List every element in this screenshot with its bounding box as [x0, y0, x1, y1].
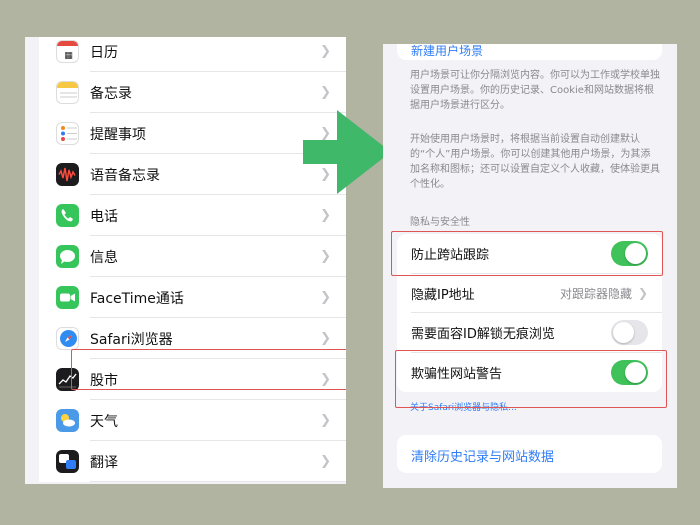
chevron-right-icon: ❯ [320, 290, 331, 305]
new-profile-card: 新建用户场景 [397, 44, 662, 60]
facetime-icon [56, 286, 79, 309]
chevron-right-icon: ❯ [320, 44, 331, 59]
privacy-section-title: 隐私与安全性 [410, 217, 470, 228]
settings-row-phone[interactable]: 电话 ❯ [39, 195, 346, 236]
settings-row-voice-memos[interactable]: 语音备忘录 ❯ [39, 154, 346, 195]
settings-row-messages[interactable]: 信息 ❯ [39, 236, 346, 277]
settings-row-reminders[interactable]: 提醒事项 ❯ [39, 113, 346, 154]
notes-icon [56, 81, 79, 104]
reminders-icon [56, 122, 79, 145]
settings-row-label: 备忘录 [90, 85, 132, 102]
row-divider [90, 481, 346, 482]
chevron-right-icon: ❯ [637, 286, 648, 301]
svg-text:▦: ▦ [64, 51, 73, 61]
chevron-right-icon: ❯ [320, 413, 331, 428]
settings-row-translate[interactable]: 翻译 ❯ [39, 441, 346, 482]
chevron-right-icon: ❯ [320, 331, 331, 346]
faceid-private-browsing-row: 需要面容ID解锁无痕浏览 [397, 313, 662, 353]
profiles-description: 用户场景可让你分隔浏览内容。你可以为工作或学校单独设置用户场景。你的历史记录、C… [410, 70, 660, 111]
safari-row-highlight-box [71, 349, 346, 390]
settings-row-weather[interactable]: 天气 ❯ [39, 400, 346, 441]
settings-row-label: 语音备忘录 [90, 167, 160, 184]
phone-icon [56, 204, 79, 227]
faceid-private-toggle[interactable] [611, 320, 648, 346]
hide-ip-label: 隐藏IP地址 [411, 287, 475, 303]
tracking-row-highlight-box [391, 231, 663, 276]
faceid-private-label: 需要面容ID解锁无痕浏览 [411, 327, 555, 343]
clear-history-button[interactable]: 清除历史记录与网站数据 [411, 446, 554, 465]
fraud-row-highlight-box [395, 350, 667, 408]
new-profile-link[interactable]: 新建用户场景 [411, 44, 483, 59]
weather-icon [56, 409, 79, 432]
messages-icon [56, 245, 79, 268]
safari-settings-screen: 新建用户场景 用户场景可让你分隔浏览内容。你可以为工作或学校单独设置用户场景。你… [383, 44, 677, 488]
chevron-right-icon: ❯ [320, 249, 331, 264]
chevron-right-icon: ❯ [320, 208, 331, 223]
settings-row-notes[interactable]: 备忘录 ❯ [39, 72, 346, 113]
toggle-knob [613, 322, 634, 344]
safari-icon [56, 327, 79, 350]
calendar-icon: ▦ [56, 40, 79, 63]
chevron-right-icon: ❯ [320, 85, 331, 100]
settings-row-label: 电话 [90, 208, 118, 225]
translate-icon [56, 450, 79, 473]
settings-row-label: FaceTime通话 [90, 290, 184, 307]
settings-row-label: 翻译 [90, 454, 118, 471]
settings-row-calendar[interactable]: ▦ 日历 ❯ [39, 37, 346, 72]
hide-ip-value: 对跟踪器隐藏 [559, 286, 632, 301]
settings-list: ▦ 日历 ❯ 备忘录 ❯ 提醒事项 ❯ 语音备忘录 ❯ 电话 ❯ 信息 ❯ Fa… [39, 37, 346, 482]
settings-row-label: Safari浏览器 [90, 331, 173, 348]
settings-row-facetime[interactable]: FaceTime通话 ❯ [39, 277, 346, 318]
profiles-default-description: 开始使用用户场景时，将根据当前设置自动创建默认的“个人”用户场景。你可以创建其他… [410, 134, 660, 190]
settings-row-label: 天气 [90, 413, 118, 430]
settings-row-label: 提醒事项 [90, 126, 146, 143]
settings-row-label: 日历 [90, 44, 118, 61]
right-arrow-icon [303, 110, 391, 194]
hide-ip-address-row[interactable]: 隐藏IP地址 对跟踪器隐藏 ❯ [397, 274, 662, 313]
clear-history-card: 清除历史记录与网站数据 [397, 435, 662, 473]
settings-app-list-screen: ▦ 日历 ❯ 备忘录 ❯ 提醒事项 ❯ 语音备忘录 ❯ 电话 ❯ 信息 ❯ Fa… [25, 37, 346, 484]
chevron-right-icon: ❯ [320, 454, 331, 469]
voice-memos-icon [56, 163, 79, 186]
settings-row-label: 信息 [90, 249, 118, 266]
